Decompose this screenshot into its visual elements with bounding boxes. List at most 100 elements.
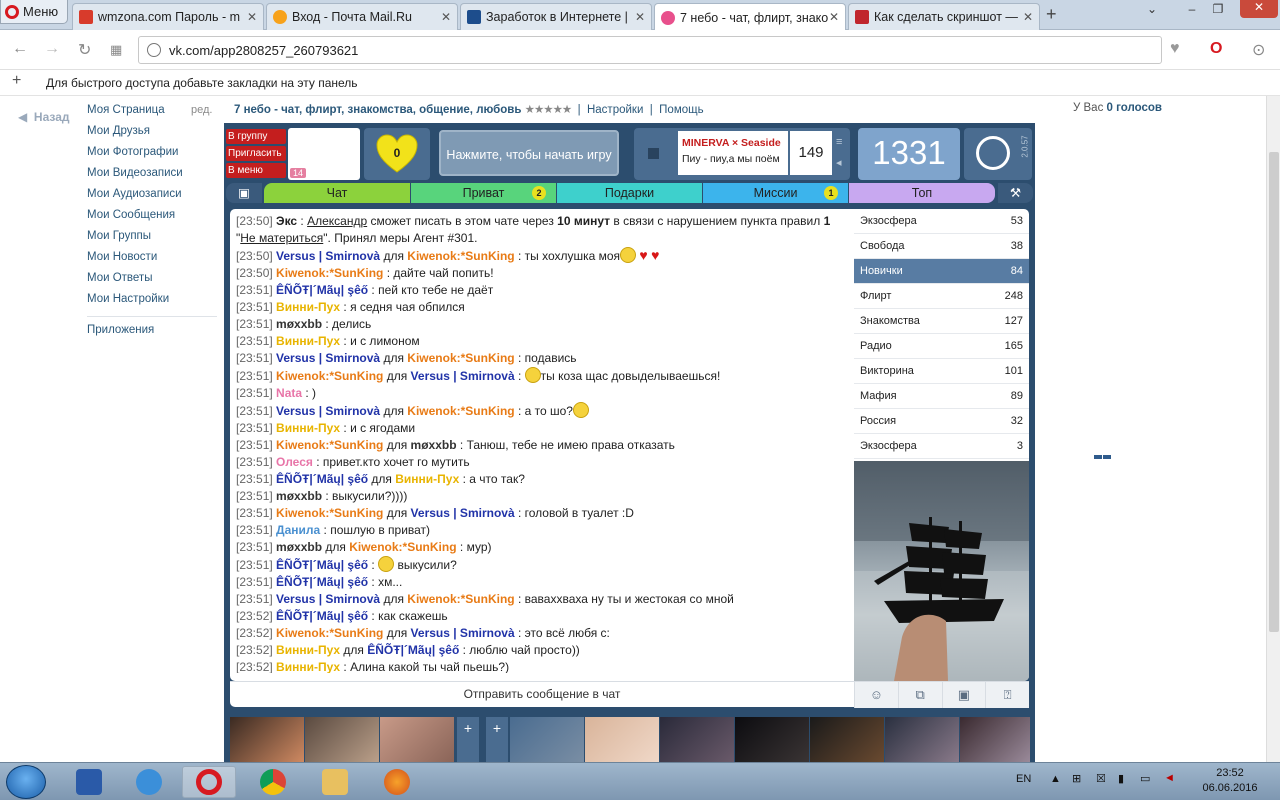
- browser-tab-active[interactable]: 7 небо - чат, флирт, знако ✕: [654, 3, 846, 31]
- exit-button[interactable]: 2.0.57: [964, 128, 1032, 180]
- tab-private[interactable]: Приват 2: [411, 183, 556, 203]
- speed-dial-grid-icon[interactable]: ▦: [110, 42, 122, 58]
- menu-my-page[interactable]: Моя Страница ред.: [87, 100, 217, 121]
- user-nickname[interactable]: Versus | Smirnovà: [276, 592, 380, 606]
- user-nickname[interactable]: Kiwenok:*SunKing: [407, 249, 514, 263]
- room-item[interactable]: Викторина 101: [854, 359, 1029, 384]
- hearts-balance[interactable]: 0: [364, 128, 430, 180]
- user-thumbnail[interactable]: [305, 717, 379, 762]
- user-nickname[interactable]: møxxbb: [276, 317, 322, 331]
- camera-tab-icon[interactable]: ▣: [226, 183, 262, 203]
- user-nickname[interactable]: møxxbb: [276, 540, 322, 554]
- user-nickname[interactable]: Экс: [276, 214, 297, 228]
- browser-tab[interactable]: Как сделать скриншот — ✕: [848, 3, 1040, 30]
- edit-link[interactable]: ред.: [191, 100, 212, 121]
- new-tab-button[interactable]: +: [1046, 4, 1057, 25]
- user-nickname[interactable]: Versus | Smirnovà: [276, 249, 380, 263]
- join-group-button[interactable]: В группу: [226, 129, 286, 144]
- minimize-icon[interactable]: –: [1180, 2, 1204, 16]
- user-nickname[interactable]: ÊÑÕŦ|´Mãų| şêő: [276, 609, 368, 623]
- user-nickname[interactable]: Kiwenok:*SunKing: [407, 351, 514, 365]
- user-nickname[interactable]: Данила: [276, 523, 320, 537]
- opera-taskbar-icon[interactable]: [182, 766, 236, 798]
- tab-menu-icon[interactable]: ⌄: [1140, 2, 1164, 16]
- add-thumb-button[interactable]: +: [457, 717, 479, 762]
- browser-tab[interactable]: wmzona.com Пароль - m ✕: [72, 3, 264, 30]
- site-info-icon[interactable]: [147, 43, 161, 57]
- url-field[interactable]: vk.com/app2808257_260793621: [138, 36, 1162, 64]
- user-thumbnail[interactable]: [510, 717, 584, 762]
- menu-messages[interactable]: Мои Сообщения: [87, 205, 217, 226]
- reload-icon[interactable]: ↻: [78, 40, 91, 60]
- user-nickname[interactable]: Винни-Пух: [395, 472, 459, 486]
- user-nickname[interactable]: Kiwenok:*SunKing: [276, 266, 383, 280]
- user-thumbnail[interactable]: [960, 717, 1030, 762]
- user-nickname[interactable]: ÊÑÕŦ|´Mãų| şêő: [276, 575, 368, 589]
- user-nickname[interactable]: møxxbb: [276, 489, 322, 503]
- message-text[interactable]: Не материться: [240, 231, 323, 245]
- menu-settings[interactable]: Мои Настройки: [87, 289, 217, 310]
- user-thumbnail[interactable]: [885, 717, 959, 762]
- user-nickname[interactable]: ÊÑÕŦ|´Mãų| şêő: [367, 643, 459, 657]
- tools-wrench-icon[interactable]: ⚒: [998, 183, 1033, 203]
- user-nickname[interactable]: Kiwenok:*SunKing: [276, 626, 383, 640]
- chat-message-input[interactable]: Отправить сообщение в чат: [230, 687, 854, 701]
- explorer-taskbar-icon[interactable]: [308, 766, 362, 798]
- start-game-button[interactable]: Нажмите, чтобы начать игру: [439, 130, 619, 176]
- room-item[interactable]: Экзосфера 3: [854, 434, 1029, 459]
- close-tab-icon[interactable]: ✕: [1023, 10, 1033, 24]
- user-thumbnail[interactable]: [585, 717, 659, 762]
- volume-muted-icon[interactable]: ◄: [1164, 772, 1175, 784]
- battery-icon[interactable]: ▭: [1140, 772, 1150, 785]
- playlist-icon[interactable]: ≡: [836, 136, 842, 148]
- chrome-taskbar-icon[interactable]: [246, 766, 300, 798]
- user-nickname[interactable]: ÊÑÕŦ|´Mãų| şêő: [276, 283, 368, 297]
- bookmark-heart-icon[interactable]: ♥: [1170, 40, 1180, 58]
- user-nickname[interactable]: Винни-Пух: [276, 660, 340, 673]
- close-tab-icon[interactable]: ✕: [247, 10, 257, 24]
- menu-audio[interactable]: Мои Аудиозаписи: [87, 184, 217, 205]
- close-tab-icon[interactable]: ✕: [635, 10, 645, 24]
- menu-answers[interactable]: Мои Ответы: [87, 268, 217, 289]
- language-indicator[interactable]: EN: [1016, 773, 1031, 785]
- volume-icon[interactable]: ◂: [836, 156, 842, 169]
- user-nickname[interactable]: Versus | Smirnovà: [276, 404, 380, 418]
- room-item[interactable]: Знакомства 127: [854, 309, 1029, 334]
- user-nickname[interactable]: ÊÑÕŦ|´Mãų| şêő: [276, 472, 368, 486]
- user-nickname[interactable]: Винни-Пух: [276, 334, 340, 348]
- close-tab-icon[interactable]: ✕: [829, 10, 839, 24]
- settings-link[interactable]: Настройки: [587, 104, 643, 116]
- room-item[interactable]: Новички 84: [854, 259, 1029, 284]
- user-thumbnail[interactable]: [380, 717, 454, 762]
- opera-menu-button[interactable]: Меню: [0, 0, 68, 24]
- copy-icon[interactable]: ⧉: [897, 682, 942, 708]
- restore-icon[interactable]: ❐: [1206, 2, 1230, 16]
- opera-turbo-icon[interactable]: O: [1210, 40, 1222, 58]
- user-nickname[interactable]: Винни-Пух: [276, 643, 340, 657]
- message-text[interactable]: Александр: [307, 214, 367, 228]
- user-nickname[interactable]: Versus | Smirnovà: [411, 626, 515, 640]
- user-nickname[interactable]: møxxbb: [411, 438, 457, 452]
- stop-icon[interactable]: [648, 148, 659, 159]
- tab-missions[interactable]: Миссии 1: [703, 183, 848, 203]
- browser-tab[interactable]: Заработок в Интернете | ✕: [460, 3, 652, 30]
- user-nickname[interactable]: Винни-Пух: [276, 421, 340, 435]
- user-thumbnail[interactable]: [660, 717, 734, 762]
- user-nickname[interactable]: Kiwenok:*SunKing: [276, 506, 383, 520]
- user-nickname[interactable]: Kiwenok:*SunKing: [407, 592, 514, 606]
- invite-button[interactable]: Пригласить: [226, 146, 286, 161]
- tab-top[interactable]: Топ: [849, 183, 995, 203]
- download-icon[interactable]: ⊙: [1252, 40, 1265, 60]
- tab-gifts[interactable]: Подарки: [557, 183, 702, 203]
- menu-friends[interactable]: Мои Друзья: [87, 121, 217, 142]
- menu-apps[interactable]: Приложения: [87, 320, 217, 341]
- help-link[interactable]: Помощь: [659, 104, 703, 116]
- add-bookmark-icon[interactable]: +: [12, 72, 21, 90]
- room-item[interactable]: Свобода 38: [854, 234, 1029, 259]
- user-thumbnail[interactable]: [735, 717, 809, 762]
- user-nickname[interactable]: Олеся: [276, 455, 313, 469]
- user-nickname[interactable]: Nata: [276, 386, 302, 400]
- room-item[interactable]: Флирт 248: [854, 284, 1029, 309]
- user-nickname[interactable]: 10 минут: [557, 214, 610, 228]
- user-nickname[interactable]: Versus | Smirnovà: [411, 369, 515, 383]
